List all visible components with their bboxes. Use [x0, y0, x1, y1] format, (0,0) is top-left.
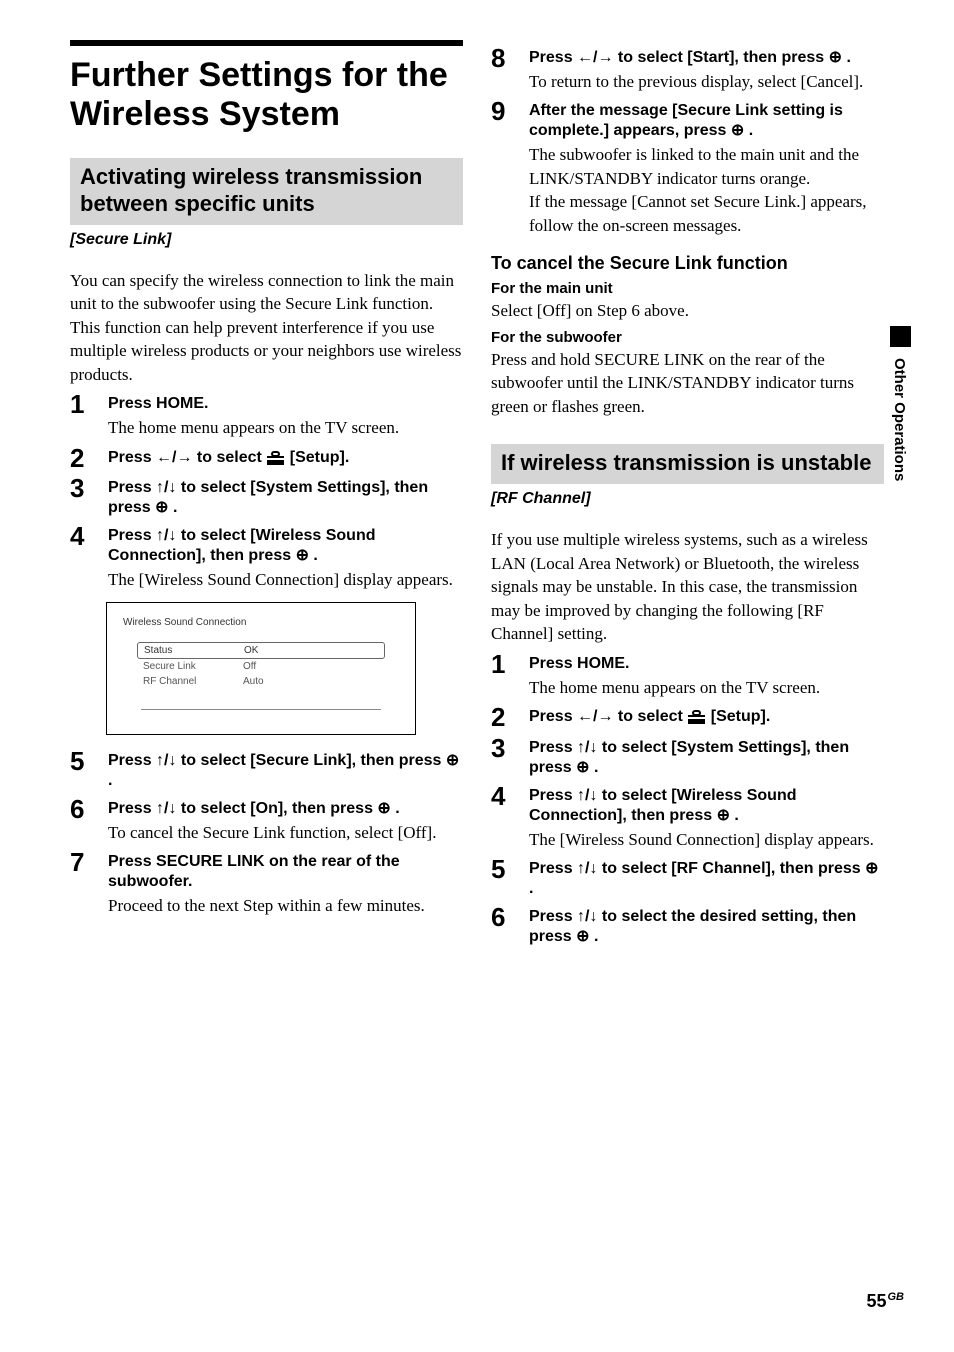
cancel-subwoofer-text: Press and hold SECURE LINK on the rear o…: [491, 348, 884, 418]
step-number: 6: [491, 905, 515, 930]
s2-step-4: 4 Press ↑/↓ to select [Wireless Sound Co…: [491, 784, 884, 851]
cancel-main-unit-text: Select [Off] on Step 6 above.: [491, 299, 884, 322]
left-column: Further Settings for the Wireless System…: [70, 40, 463, 953]
step-note: The home menu appears on the TV screen.: [108, 416, 463, 439]
step-title: After the message [Secure Link setting i…: [529, 101, 884, 141]
step-note: Proceed to the next Step within a few mi…: [108, 894, 463, 917]
screenshot-val: Auto: [243, 676, 264, 687]
step-number: 5: [70, 749, 94, 774]
step-title: Press HOME.: [108, 394, 463, 414]
step-title: Press HOME.: [529, 654, 884, 674]
s2-step-5: 5 Press ↑/↓ to select [RF Channel], then…: [491, 857, 884, 899]
step-note: The subwoofer is linked to the main unit…: [529, 143, 884, 237]
step-title: Press ↑/↓ to select [On], then press ⊕ .: [108, 799, 463, 819]
main-title: Further Settings for the Wireless System: [70, 40, 463, 134]
section1-steps: 1 Press HOME. The home menu appears on t…: [70, 392, 463, 918]
section1-intro: You can specify the wireless connection …: [70, 269, 463, 386]
step-3: 3 Press ↑/↓ to select [System Settings],…: [70, 476, 463, 518]
step-title: Press ←/→ to select [Setup].: [108, 448, 463, 468]
page-number: 55: [866, 1291, 886, 1311]
step-note: To cancel the Secure Link function, sele…: [108, 821, 463, 844]
s2-step-3: 3 Press ↑/↓ to select [System Settings],…: [491, 736, 884, 778]
cancel-main-unit-title: For the main unit: [491, 280, 884, 297]
screenshot-key: RF Channel: [143, 676, 243, 687]
step-5: 5 Press ↑/↓ to select [Secure Link], the…: [70, 749, 463, 791]
step-8: 8 Press ←/→ to select [Start], then pres…: [491, 46, 884, 93]
step-number: 5: [491, 857, 515, 882]
screenshot-key: Status: [144, 645, 244, 656]
screenshot-row-securelink: Secure Link Off: [137, 659, 385, 674]
step-note: The home menu appears on the TV screen.: [529, 676, 884, 699]
step-title-after: [Setup].: [285, 449, 349, 466]
step-4: 4 Press ↑/↓ to select [Wireless Sound Co…: [70, 524, 463, 591]
step-note: To return to the previous display, selec…: [529, 70, 884, 93]
step-number: 6: [70, 797, 94, 822]
step-1: 1 Press HOME. The home menu appears on t…: [70, 392, 463, 439]
page-footer: 55GB: [866, 1291, 904, 1312]
step-number: 1: [70, 392, 94, 417]
screenshot-divider: [141, 709, 381, 710]
step-note: The [Wireless Sound Connection] display …: [529, 828, 884, 851]
section1-sub: [Secure Link]: [70, 231, 463, 249]
step-number: 4: [70, 524, 94, 549]
toolbox-icon: [266, 451, 285, 465]
step-title: Press ←/→ to select [Start], then press …: [529, 48, 884, 68]
step-title: Press ↑/↓ to select [Wireless Sound Conn…: [529, 786, 884, 826]
step-number: 3: [491, 736, 515, 761]
screenshot-val: Off: [243, 661, 256, 672]
right-column: 8 Press ←/→ to select [Start], then pres…: [491, 40, 884, 953]
step-number: 2: [491, 705, 515, 730]
step-title: Press ←/→ to select [Setup].: [529, 707, 884, 727]
step-2: 2 Press ←/→ to select [Setup].: [70, 446, 463, 471]
section2-intro: If you use multiple wireless systems, su…: [491, 528, 884, 645]
cancel-subwoofer-title: For the subwoofer: [491, 329, 884, 346]
step-7: 7 Press SECURE LINK on the rear of the s…: [70, 850, 463, 917]
wireless-sound-connection-screenshot: Wireless Sound Connection Status OK Secu…: [106, 602, 416, 735]
step-title-after: [Setup].: [706, 708, 770, 725]
step-number: 2: [70, 446, 94, 471]
step-title: Press ↑/↓ to select [System Settings], t…: [529, 738, 884, 778]
screenshot-title: Wireless Sound Connection: [123, 617, 399, 628]
screenshot-row-status: Status OK: [137, 642, 385, 659]
step-title: Press ↑/↓ to select [RF Channel], then p…: [529, 859, 884, 899]
side-tab-label: Other Operations: [891, 358, 908, 481]
section1-header: Activating wireless transmission between…: [70, 158, 463, 225]
cancel-heading: To cancel the Secure Link function: [491, 253, 884, 274]
step-title: Press ↑/↓ to select the desired setting,…: [529, 907, 884, 947]
step-note: The [Wireless Sound Connection] display …: [108, 568, 463, 591]
section2-sub: [RF Channel]: [491, 490, 884, 508]
section1-steps-cont: 8 Press ←/→ to select [Start], then pres…: [491, 46, 884, 237]
screenshot-key: Secure Link: [143, 661, 243, 672]
page-content: Further Settings for the Wireless System…: [70, 40, 884, 953]
step-title: Press ↑/↓ to select [Wireless Sound Conn…: [108, 526, 463, 566]
step-number: 4: [491, 784, 515, 809]
section2-steps: 1 Press HOME. The home menu appears on t…: [491, 652, 884, 948]
step-9: 9 After the message [Secure Link setting…: [491, 99, 884, 237]
step-number: 9: [491, 99, 515, 124]
step-number: 3: [70, 476, 94, 501]
s2-step-2: 2 Press ←/→ to select [Setup].: [491, 705, 884, 730]
section2-header: If wireless transmission is unstable: [491, 444, 884, 484]
step-number: 8: [491, 46, 515, 71]
step-title: Press SECURE LINK on the rear of the sub…: [108, 852, 463, 892]
step-title-before: Press ←/→ to select: [529, 708, 687, 725]
region-code: GB: [888, 1291, 905, 1303]
s2-step-6: 6 Press ↑/↓ to select the desired settin…: [491, 905, 884, 947]
screenshot-row-rfchannel: RF Channel Auto: [137, 674, 385, 689]
screenshot-val: OK: [244, 645, 258, 656]
step-6: 6 Press ↑/↓ to select [On], then press ⊕…: [70, 797, 463, 844]
s2-step-1: 1 Press HOME. The home menu appears on t…: [491, 652, 884, 699]
step-number: 1: [491, 652, 515, 677]
side-tab-marker: [890, 326, 911, 347]
step-number: 7: [70, 850, 94, 875]
step-title: Press ↑/↓ to select [Secure Link], then …: [108, 751, 463, 791]
step-title-before: Press ←/→ to select: [108, 449, 266, 466]
step-title: Press ↑/↓ to select [System Settings], t…: [108, 478, 463, 518]
toolbox-icon: [687, 710, 706, 724]
